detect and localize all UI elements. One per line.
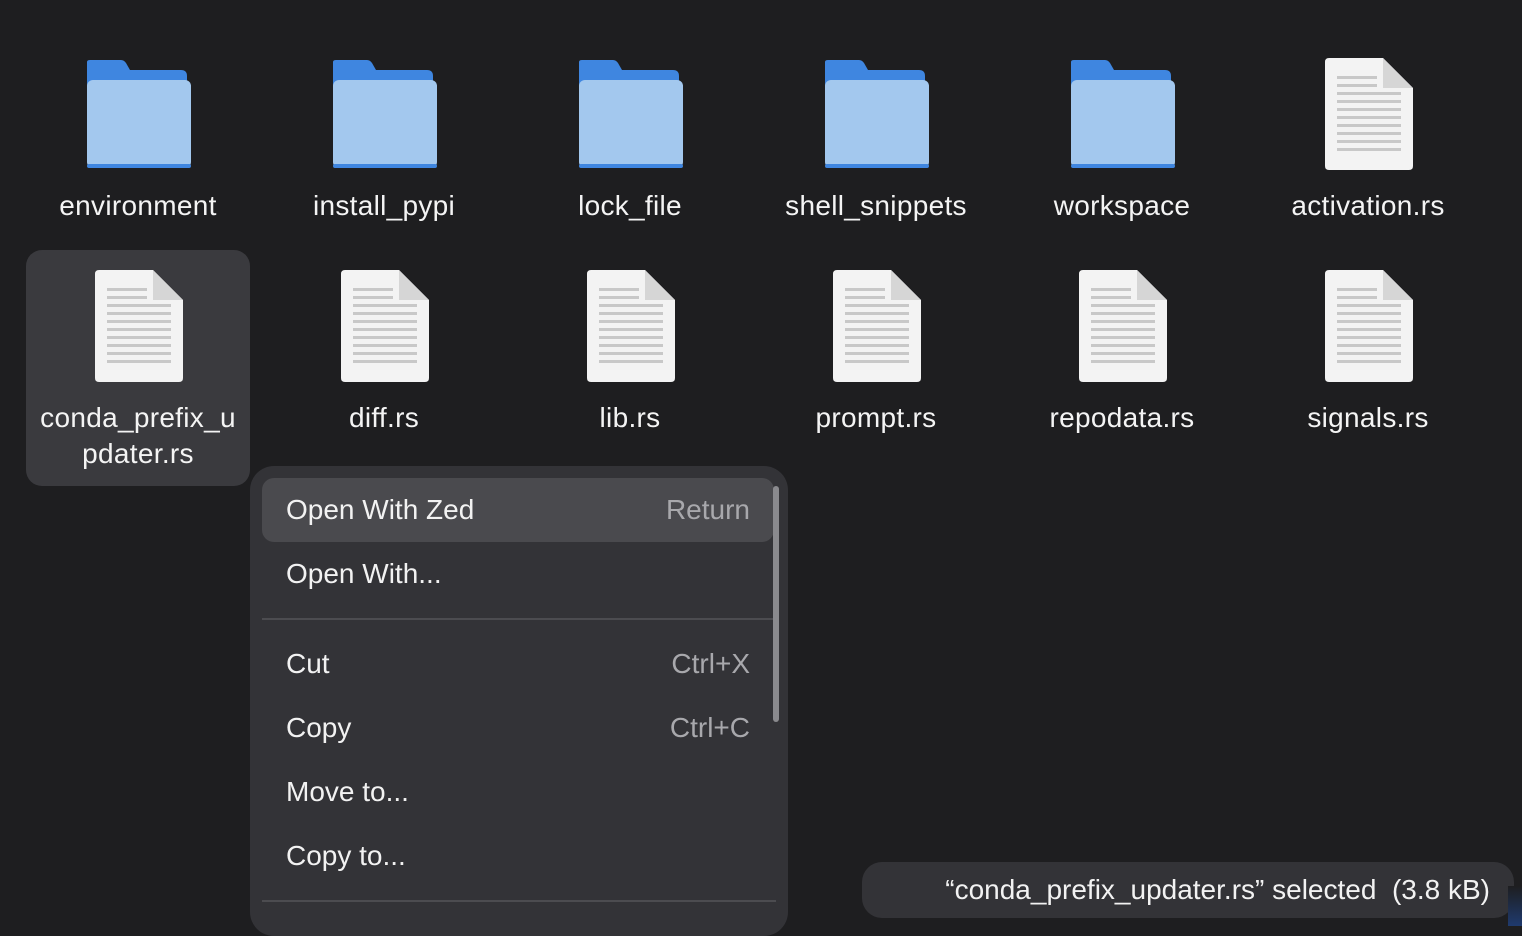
status-bar: “conda_prefix_updater.rs” selected (3.8 … xyxy=(862,862,1514,918)
menu-item-shortcut: Ctrl+X xyxy=(671,648,750,679)
document-icon xyxy=(1325,58,1413,170)
menu-item-move-to[interactable]: Move to... xyxy=(262,760,774,824)
folder-icon xyxy=(333,60,437,168)
item-label: environment xyxy=(59,190,217,221)
menu-item-label: Open With Zed xyxy=(286,494,475,525)
menu-item-label: Copy xyxy=(286,712,352,743)
file-item[interactable]: repodata.rs xyxy=(1010,250,1234,450)
folder-item[interactable]: environment xyxy=(26,50,250,240)
window-corner xyxy=(1508,886,1522,926)
document-icon xyxy=(833,270,921,382)
document-icon xyxy=(1325,270,1413,382)
menu-separator xyxy=(262,618,776,620)
item-label: install_pypi xyxy=(312,190,456,221)
folder-icon xyxy=(579,60,683,168)
file-item[interactable]: prompt.rs xyxy=(764,250,988,450)
menu-item-open-with[interactable]: Open With... xyxy=(262,542,774,606)
item-label: workspace xyxy=(1053,190,1191,221)
folder-icon xyxy=(1071,60,1175,168)
item-label: activation.rs xyxy=(1291,190,1445,221)
menu-item-copy[interactable]: Copy Ctrl+C xyxy=(262,696,774,760)
menu-item-shortcut: Ctrl+C xyxy=(669,712,750,743)
menu-item-label: Cut xyxy=(286,648,330,679)
context-menu: Open With Zed Return Open With... Cut Ct… xyxy=(250,466,788,936)
folder-icon xyxy=(87,60,191,168)
document-icon xyxy=(95,270,183,382)
file-item[interactable]: activation.rs xyxy=(1256,50,1480,240)
item-label: prompt.rs xyxy=(815,402,937,433)
item-label: lock_file xyxy=(578,190,682,221)
item-label: shell_snippets xyxy=(785,190,967,221)
item-label: conda_prefix_updater.rs xyxy=(40,402,236,469)
folder-item[interactable]: shell_snippets xyxy=(764,50,988,240)
menu-item-open-with-zed[interactable]: Open With Zed Return xyxy=(262,478,774,542)
menu-item-label: Open With... xyxy=(286,558,442,589)
file-item[interactable]: signals.rs xyxy=(1256,250,1480,450)
folder-item[interactable]: workspace xyxy=(1010,50,1234,240)
item-label: signals.rs xyxy=(1307,402,1429,433)
folder-icon xyxy=(825,60,929,168)
document-icon xyxy=(1079,270,1167,382)
item-label: diff.rs xyxy=(348,402,420,433)
menu-item-label: Copy to... xyxy=(286,840,406,871)
file-item-selected[interactable]: conda_prefix_updater.rs xyxy=(26,250,250,486)
menu-item-shortcut: Return xyxy=(665,494,750,525)
folder-item[interactable]: install_pypi xyxy=(272,50,496,240)
document-icon xyxy=(587,270,675,382)
folder-item[interactable]: lock_file xyxy=(518,50,742,240)
item-label: lib.rs xyxy=(599,402,661,433)
menu-item-cut[interactable]: Cut Ctrl+X xyxy=(262,632,774,696)
file-item[interactable]: lib.rs xyxy=(518,250,742,450)
file-item[interactable]: diff.rs xyxy=(272,250,496,450)
document-icon xyxy=(341,270,429,382)
item-label: repodata.rs xyxy=(1049,402,1195,433)
menu-scrollbar[interactable] xyxy=(773,486,779,722)
menu-separator xyxy=(262,900,776,902)
menu-item-label: Move to... xyxy=(286,776,409,807)
status-text: “conda_prefix_updater.rs” selected (3.8 … xyxy=(945,874,1490,905)
menu-item-copy-to[interactable]: Copy to... xyxy=(262,824,774,888)
